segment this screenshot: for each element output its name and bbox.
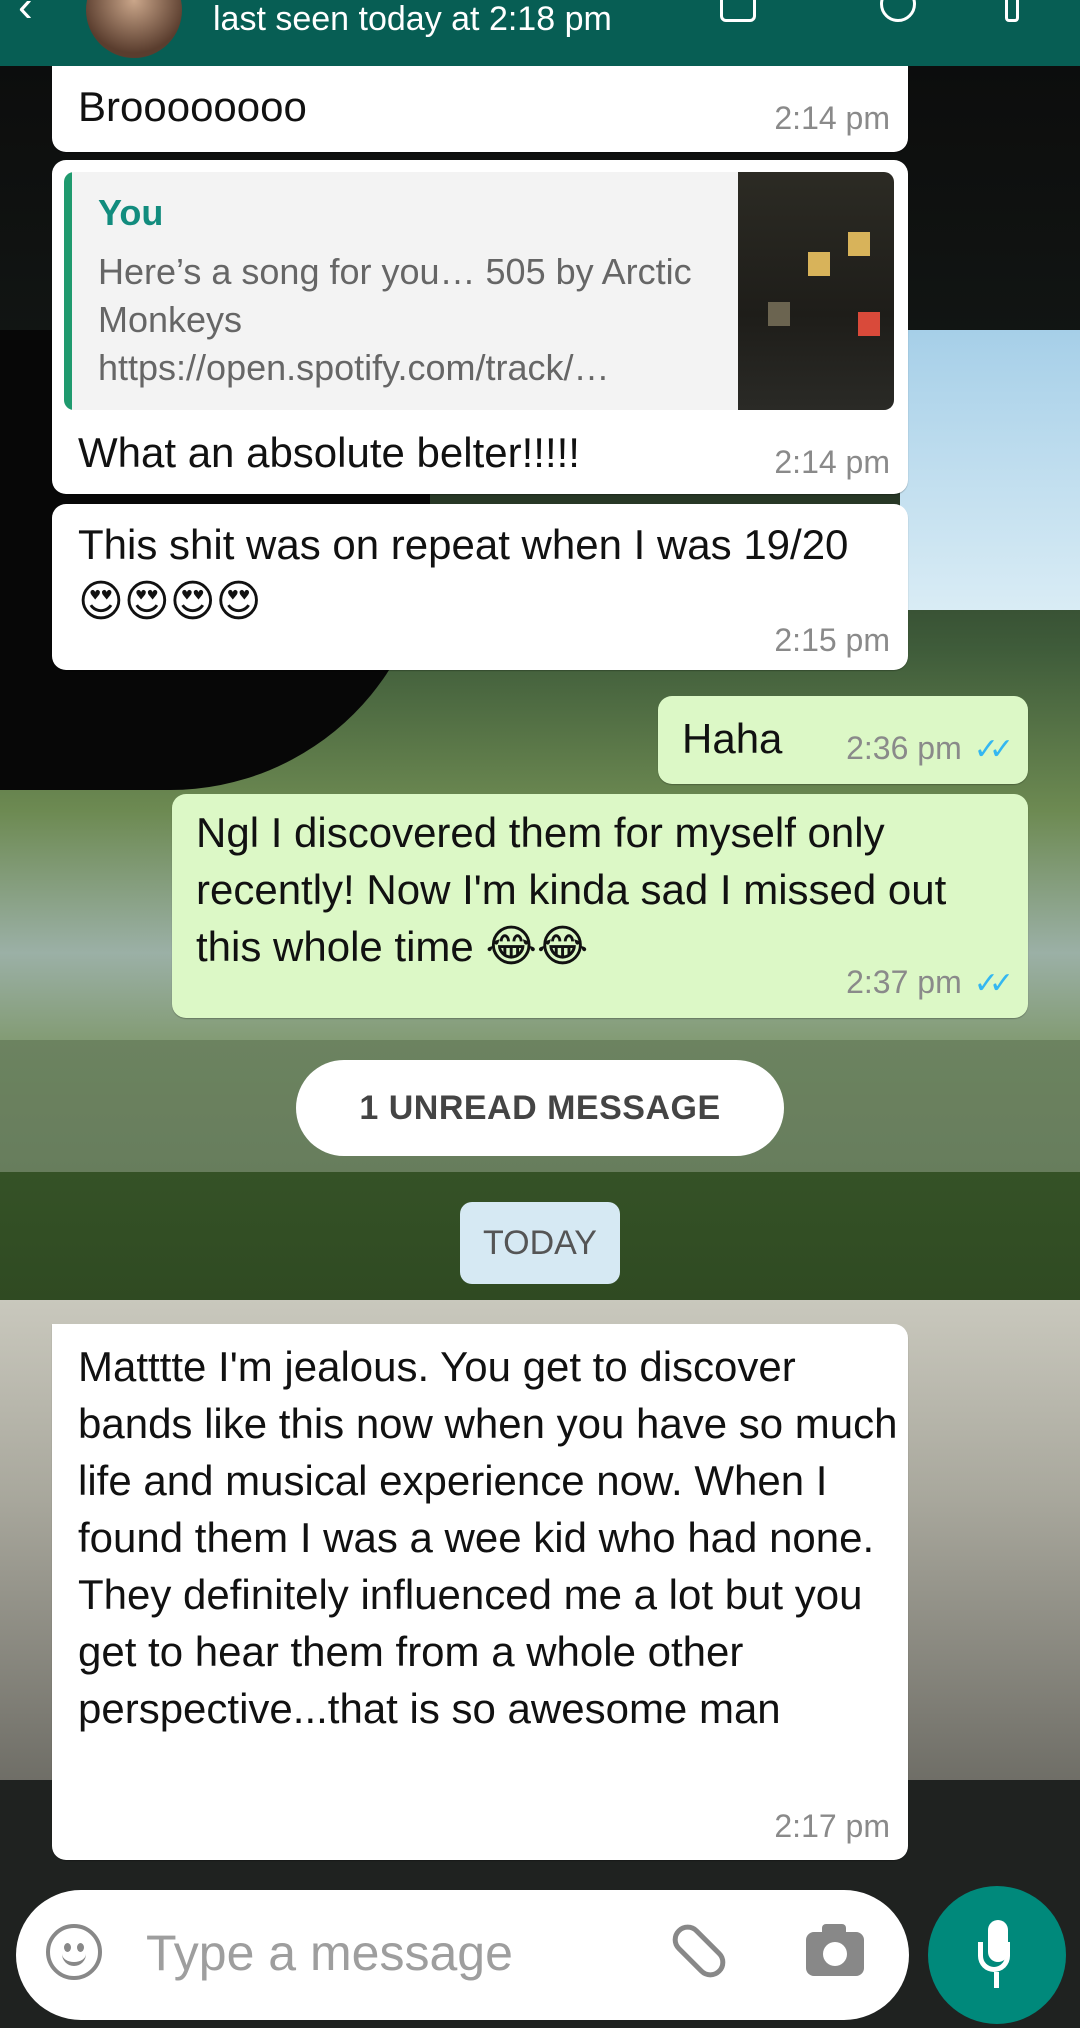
message-text: What an absolute belter!!!!! bbox=[78, 429, 580, 476]
attach-icon[interactable] bbox=[666, 1918, 732, 1984]
message-text: This shit was on repeat when I was 19/20 bbox=[78, 521, 849, 568]
message-incoming-reply[interactable]: You Here’s a song for you… 505 by Arctic… bbox=[52, 160, 908, 494]
arrow-back-icon[interactable]: ‹ bbox=[18, 0, 33, 32]
message-text: Haha bbox=[682, 715, 783, 762]
message-incoming[interactable]: Matttte I'm jealous. You get to discover… bbox=[52, 1324, 908, 1860]
quoted-author: You bbox=[98, 192, 164, 233]
more-options-icon[interactable] bbox=[1005, 0, 1019, 22]
mic-button[interactable] bbox=[928, 1886, 1066, 2024]
message-time: 2:17 pm bbox=[774, 1808, 890, 1844]
last-seen-status: last seen today at 2:18 pm bbox=[213, 0, 612, 38]
emoji-icon[interactable] bbox=[46, 1924, 102, 1980]
message-time: 2:15 pm bbox=[774, 622, 890, 658]
message-time: 2:37 pm bbox=[846, 964, 962, 1000]
message-text: Matttte I'm jealous. You get to discover… bbox=[78, 1343, 898, 1732]
chat-header[interactable]: ‹ last seen today at 2:18 pm bbox=[0, 0, 1080, 66]
message-input[interactable]: Type a message bbox=[146, 1924, 513, 1982]
message-text: Broooooooo bbox=[78, 83, 307, 130]
date-divider: TODAY bbox=[460, 1202, 620, 1284]
message-time: 2:14 pm bbox=[774, 444, 890, 480]
avatar[interactable] bbox=[86, 0, 182, 58]
quoted-message[interactable]: You Here’s a song for you… 505 by Arctic… bbox=[64, 172, 894, 410]
message-outgoing[interactable]: Haha 2:36 pm ✓✓ bbox=[658, 696, 1028, 784]
read-receipt-icon: ✓✓ bbox=[973, 967, 1014, 1000]
voice-call-icon[interactable] bbox=[880, 0, 916, 22]
album-thumbnail bbox=[738, 172, 894, 410]
video-call-icon[interactable] bbox=[720, 0, 756, 22]
message-outgoing[interactable]: Ngl I discovered them for myself only re… bbox=[172, 794, 1028, 1018]
message-incoming[interactable]: This shit was on repeat when I was 19/20… bbox=[52, 504, 908, 670]
read-receipt-icon: ✓✓ bbox=[973, 733, 1014, 766]
unread-banner: 1 UNREAD MESSAGE bbox=[296, 1060, 784, 1156]
emoji-laughing: 😂😂 bbox=[485, 922, 589, 971]
camera-icon[interactable] bbox=[806, 1924, 864, 1976]
emoji-hearts: 😍😍😍😍 bbox=[78, 577, 262, 626]
message-time: 2:36 pm bbox=[846, 730, 962, 766]
quoted-text: Here’s a song for you… 505 by Arctic Mon… bbox=[98, 251, 692, 388]
message-time: 2:14 pm bbox=[774, 100, 890, 136]
message-composer[interactable]: Type a message bbox=[16, 1890, 909, 2020]
